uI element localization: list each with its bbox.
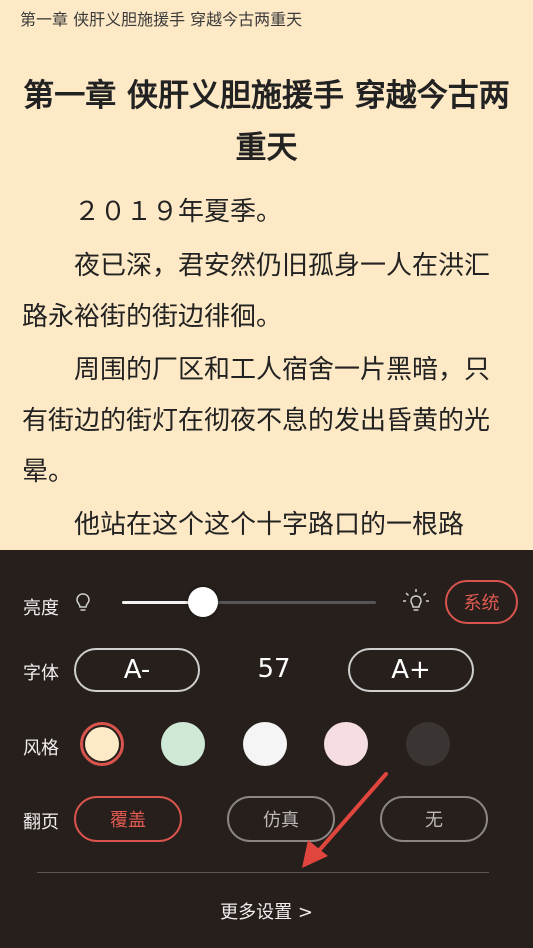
paragraph: 周围的厂区和工人宿舍一片黑暗，只有街边的街灯在彻夜不息的发出昏黄的光晕。 [22, 355, 491, 487]
reader-settings-panel: 亮度 系统 字体 A- 57 A+ 风格 翻页 覆盖 仿真 无 更多设置 > [0, 550, 533, 948]
style-swatch-pink[interactable] [324, 722, 368, 766]
style-swatch-white[interactable] [243, 722, 287, 766]
bulb-off-icon [76, 593, 90, 611]
chapter-title: 第一章 侠肝义胆施援手 穿越今古两重天 [23, 78, 510, 166]
brightness-slider[interactable] [122, 587, 376, 617]
paragraph: ２０１９年夏季。 [74, 197, 283, 227]
bulb-on-icon [403, 589, 429, 611]
font-size-value: 57 [257, 654, 291, 684]
style-swatch-dark[interactable] [406, 722, 450, 766]
page-turn-label: 翻页 [23, 812, 59, 833]
style-swatch-green[interactable] [161, 722, 205, 766]
reading-page[interactable]: 第一章 侠肝义胆施援手 穿越今古两重天 第一章 侠肝义胆施援手 穿越今古两重天 … [0, 0, 533, 552]
style-swatch-cream[interactable] [80, 722, 124, 766]
page-turn-simulate-button[interactable]: 仿真 [227, 796, 335, 842]
font-increase-button[interactable]: A+ [348, 648, 474, 692]
system-brightness-button[interactable]: 系统 [445, 580, 518, 624]
paragraph: 他站在这个这个十字路口的一根路 [74, 510, 465, 540]
page-turn-none-button[interactable]: 无 [380, 796, 488, 842]
style-label: 风格 [23, 738, 59, 759]
more-settings-link[interactable]: 更多设置 > [0, 898, 533, 924]
font-label: 字体 [23, 663, 59, 684]
divider [37, 872, 489, 873]
paragraph: 夜已深，君安然仍旧孤身一人在洪汇路永裕街的街边徘徊。 [22, 251, 491, 332]
running-header: 第一章 侠肝义胆施援手 穿越今古两重天 [20, 10, 303, 29]
page-turn-cover-button[interactable]: 覆盖 [74, 796, 182, 842]
brightness-label: 亮度 [23, 598, 59, 619]
brightness-slider-thumb[interactable] [188, 587, 219, 617]
font-decrease-button[interactable]: A- [74, 648, 200, 692]
